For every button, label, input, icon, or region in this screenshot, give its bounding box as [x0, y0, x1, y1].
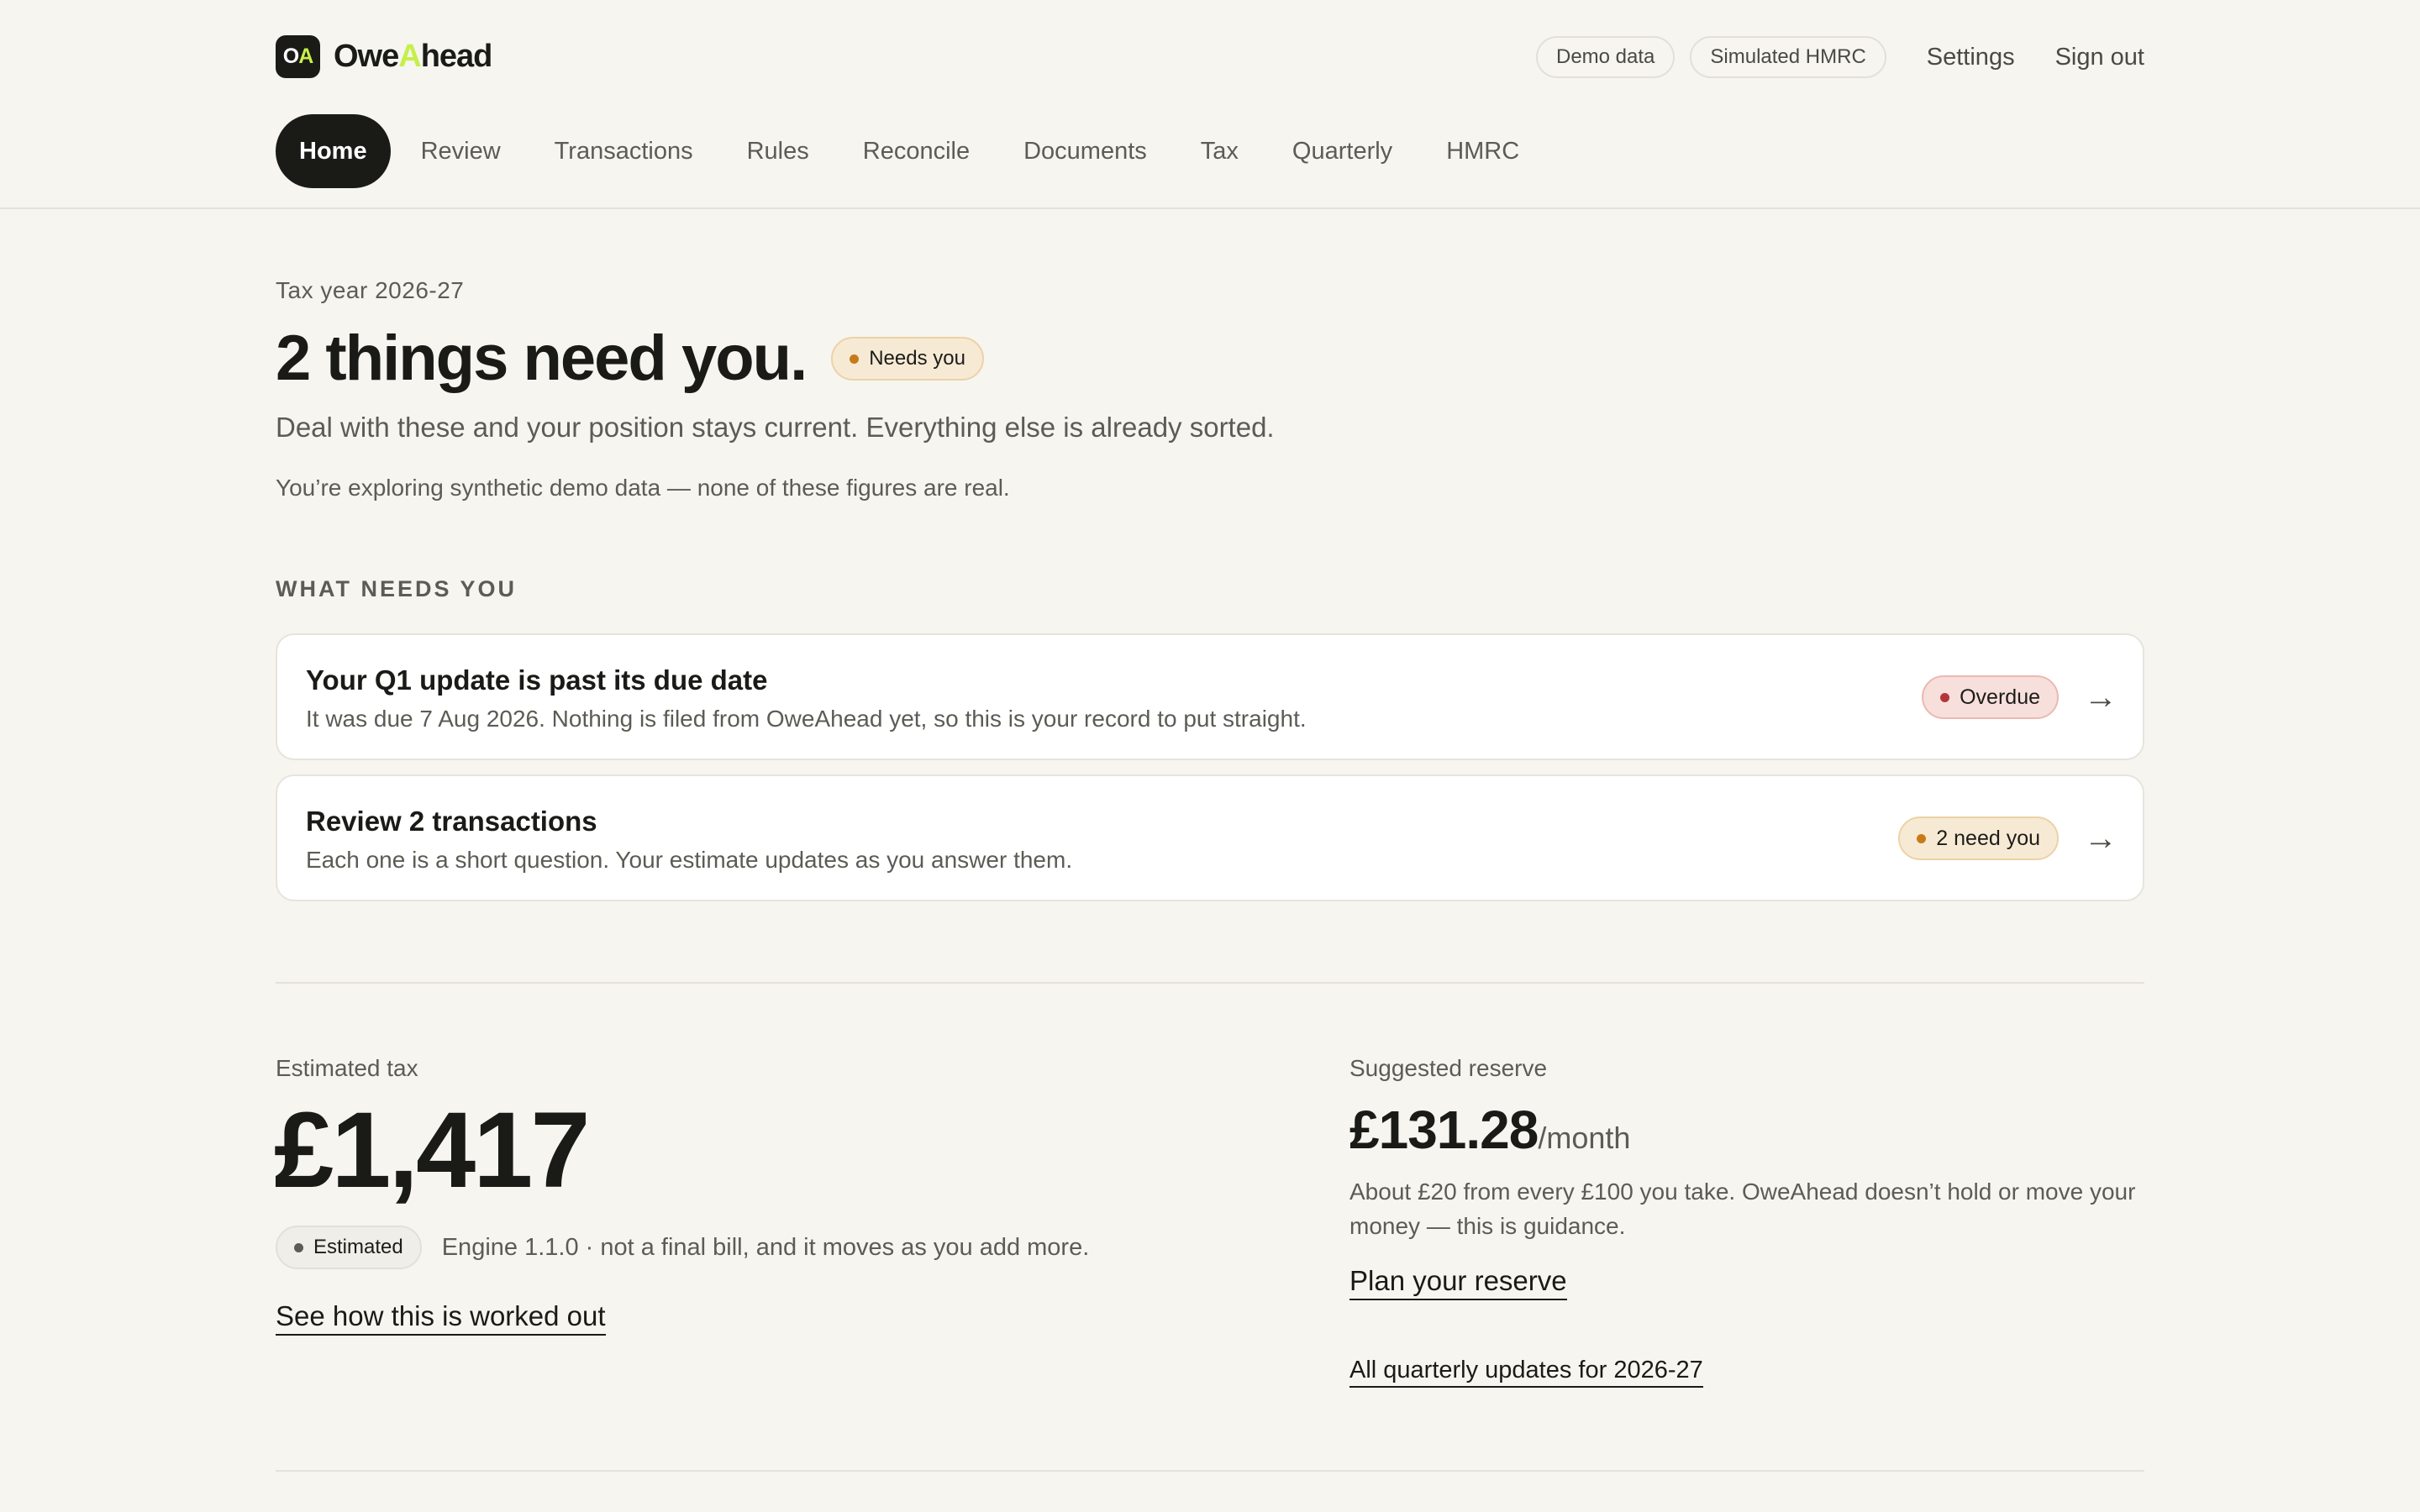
task-card-desc: It was due 7 Aug 2026. Nothing is filed … — [306, 706, 1307, 732]
overdue-badge-label: Overdue — [1960, 685, 2040, 709]
see-how-worked-out-link[interactable]: See how this is worked out — [276, 1300, 606, 1336]
grey-dot-icon — [294, 1242, 303, 1252]
needs-you-badge-label: Needs you — [869, 347, 965, 370]
nav-transactions[interactable]: Transactions — [555, 114, 693, 188]
settings-link[interactable]: Settings — [1927, 44, 2015, 71]
estimate-meta-row: Estimated Engine 1.1.0 · not a final bil… — [276, 1226, 1089, 1269]
estimated-badge: Estimated — [276, 1226, 422, 1269]
nav-review[interactable]: Review — [421, 114, 501, 188]
task-card-desc: Each one is a short question. Your estim… — [306, 847, 1073, 873]
arrow-right-icon[interactable]: → — [2084, 675, 2118, 719]
task-card-review-transactions[interactable]: Review 2 transactions Each one is a shor… — [276, 774, 2144, 901]
plan-reserve-link[interactable]: Plan your reserve — [1349, 1265, 1567, 1300]
header-actions: Demo data Simulated HMRC Settings Sign o… — [1535, 35, 2144, 79]
estimated-tax-amount: £1,417 — [274, 1090, 590, 1210]
nav-tax[interactable]: Tax — [1201, 114, 1239, 188]
page-lede: Deal with these and your position stays … — [276, 412, 1275, 443]
task-card-q1-overdue[interactable]: Your Q1 update is past its due date It w… — [276, 633, 2144, 760]
page-title: 2 things need you. — [276, 323, 808, 394]
reserve-guidance: About £20 from every £100 you take. OweA… — [1349, 1179, 2136, 1239]
suggested-reserve-amount: £131.28/month — [1349, 1096, 1630, 1172]
logo-mark-letter-a: A — [298, 45, 313, 68]
brand-name-post: head — [420, 39, 493, 74]
need-you-count-label: 2 need you — [1936, 826, 2040, 850]
main-nav: Home Review Transactions Rules Reconcile… — [276, 114, 1573, 188]
estimated-badge-label: Estimated — [313, 1236, 403, 1258]
brand-logo[interactable]: OA OweAhead — [276, 35, 492, 78]
nav-hmrc[interactable]: HMRC — [1446, 114, 1519, 188]
red-dot-icon — [1940, 692, 1950, 702]
nav-rules[interactable]: Rules — [747, 114, 809, 188]
needs-you-badge: Needs you — [831, 337, 984, 381]
logo-mark-icon: OA — [276, 35, 320, 78]
section-divider — [276, 1470, 2144, 1472]
task-card-title: Your Q1 update is past its due date — [306, 664, 768, 696]
quarterly-updates-link[interactable]: All quarterly updates for 2026-27 — [1349, 1357, 1703, 1388]
demo-note: You’re exploring synthetic demo data — n… — [276, 475, 1010, 501]
task-card-actions: 2 need you → — [1898, 816, 2118, 860]
tax-year-label: Tax year 2026-27 — [276, 277, 465, 303]
section-divider — [276, 982, 2144, 984]
sign-out-link[interactable]: Sign out — [2055, 44, 2144, 71]
headline-row: 2 things need you. Needs you — [276, 321, 984, 396]
demo-data-chip: Demo data — [1535, 36, 1676, 78]
task-card-title: Review 2 transactions — [306, 806, 597, 837]
app-root: OA OweAhead Demo data Simulated HMRC Set… — [0, 0, 2420, 1512]
amber-dot-icon — [1917, 833, 1927, 843]
reserve-amount-value: £131.28 — [1349, 1100, 1539, 1160]
logo-mark-letter-o: O — [282, 45, 299, 68]
top-header: OA OweAhead Demo data Simulated HMRC Set… — [0, 0, 2420, 209]
nav-quarterly[interactable]: Quarterly — [1292, 114, 1392, 188]
nav-reconcile[interactable]: Reconcile — [863, 114, 970, 188]
overdue-badge: Overdue — [1922, 675, 2059, 719]
engine-note: Engine 1.1.0 · not a final bill, and it … — [441, 1233, 1090, 1261]
simulated-hmrc-chip: Simulated HMRC — [1690, 36, 1886, 78]
nav-home[interactable]: Home — [276, 114, 391, 188]
estimated-tax-label: Estimated tax — [276, 1055, 418, 1081]
brand-name: OweAhead — [334, 39, 492, 75]
brand-name-accent: A — [398, 39, 421, 74]
nav-documents[interactable]: Documents — [1023, 114, 1147, 188]
amber-dot-icon — [850, 354, 860, 364]
brand-name-pre: Owe — [334, 39, 399, 74]
section-label-what-needs-you: WHAT NEEDS YOU — [276, 576, 518, 601]
need-you-count-badge: 2 need you — [1898, 816, 2059, 860]
suggested-reserve-label: Suggested reserve — [1349, 1055, 1548, 1081]
arrow-right-icon[interactable]: → — [2084, 816, 2118, 860]
reserve-amount-period: /month — [1538, 1121, 1631, 1155]
task-card-actions: Overdue → — [1922, 675, 2118, 719]
